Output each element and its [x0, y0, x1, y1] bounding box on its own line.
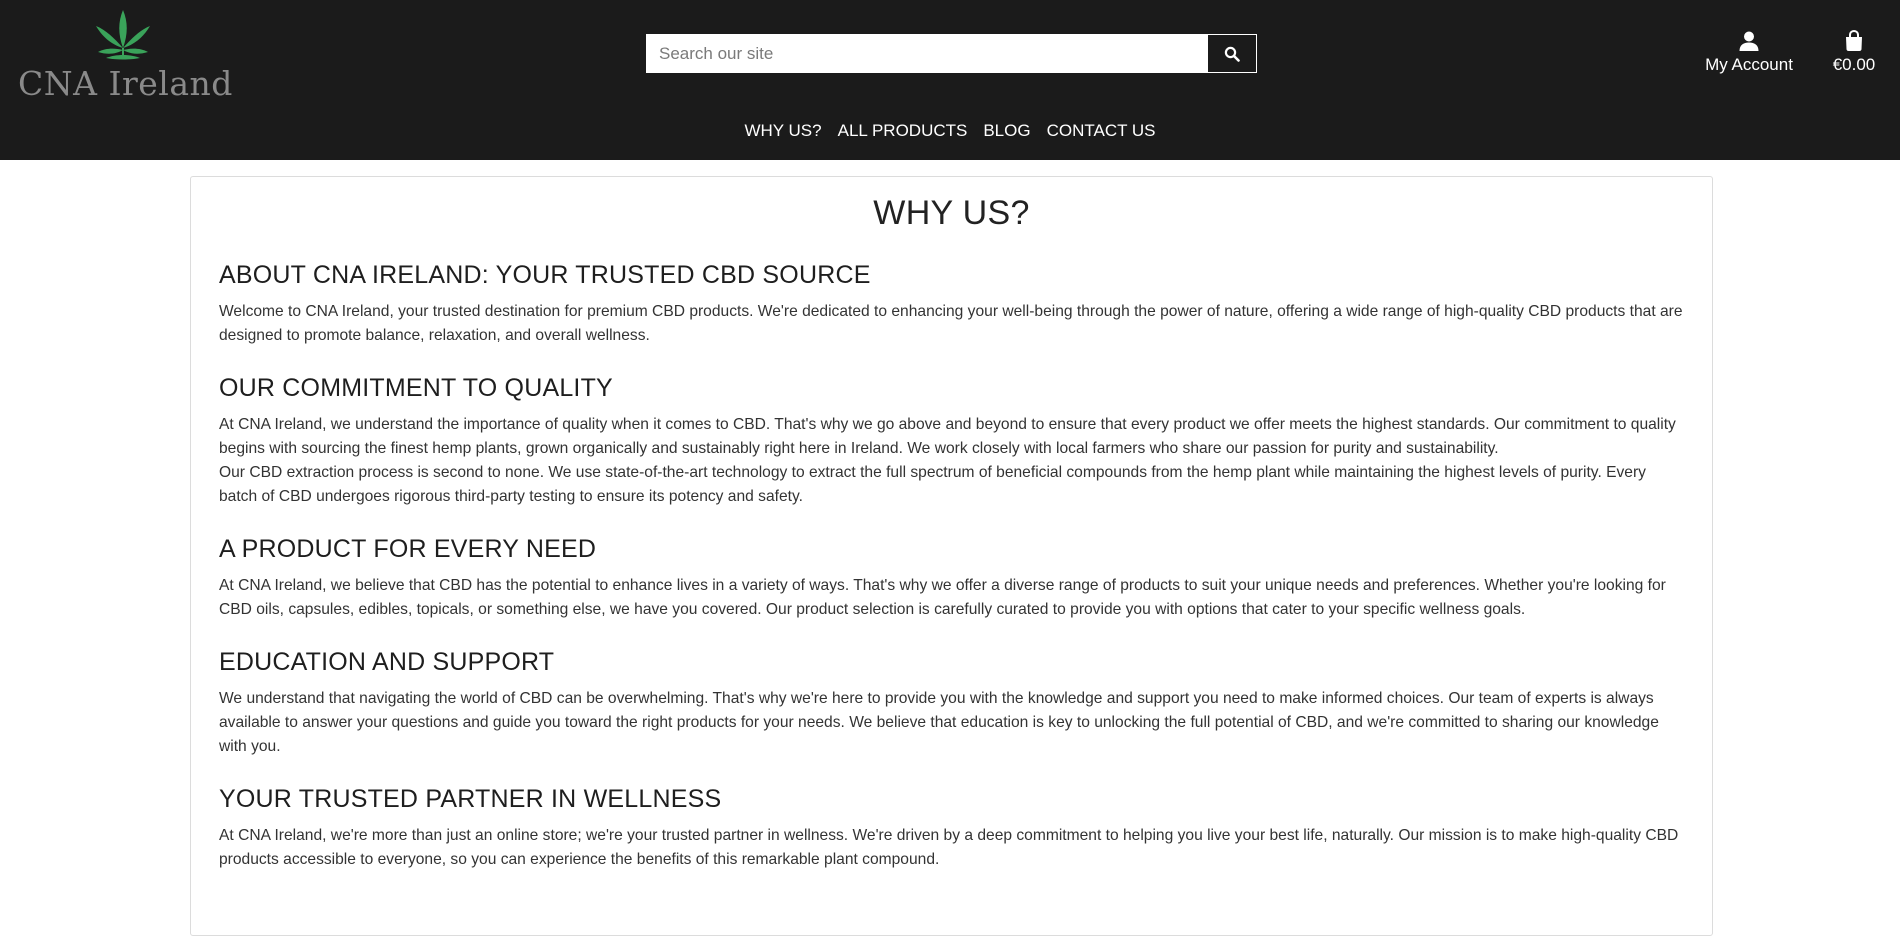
site-logo[interactable]: CNA Ireland	[18, 8, 232, 103]
shopping-bag-icon	[1846, 30, 1862, 51]
my-account-label: My Account	[1705, 55, 1793, 74]
search-icon	[1224, 46, 1240, 62]
section-paragraph: We understand that navigating the world …	[219, 690, 1659, 755]
cart-total: €0.00	[1832, 55, 1876, 74]
section-products: A PRODUCT FOR EVERY NEED At CNA Ireland,…	[219, 535, 1684, 622]
my-account-link[interactable]: My Account	[1698, 30, 1800, 75]
section-heading: ABOUT CNA IRELAND: YOUR TRUSTED CBD SOUR…	[219, 261, 871, 289]
section-education: EDUCATION AND SUPPORT We understand that…	[219, 648, 1684, 759]
user-icon	[1739, 31, 1759, 51]
section-paragraph: Welcome to CNA Ireland, your trusted des…	[219, 303, 1683, 344]
section-paragraph: At CNA Ireland, we're more than just an …	[219, 827, 1679, 868]
logo-wordmark: CNA Ireland	[18, 64, 233, 103]
search-bar	[646, 34, 1257, 73]
nav-item-contact-us[interactable]: CONTACT US	[1047, 121, 1156, 141]
section-heading: EDUCATION AND SUPPORT	[219, 648, 555, 676]
section-heading: YOUR TRUSTED PARTNER IN WELLNESS	[219, 785, 722, 813]
nav-item-why-us[interactable]: WHY US?	[744, 121, 821, 141]
section-heading: A PRODUCT FOR EVERY NEED	[219, 535, 597, 563]
why-us-content: WHY US? ABOUT CNA IRELAND: YOUR TRUSTED …	[190, 176, 1713, 936]
main-nav: WHY US? ALL PRODUCTS BLOG CONTACT US	[0, 121, 1900, 141]
section-partner: YOUR TRUSTED PARTNER IN WELLNESS At CNA …	[219, 785, 1684, 872]
nav-item-blog[interactable]: BLOG	[983, 121, 1030, 141]
section-quality: OUR COMMITMENT TO QUALITY At CNA Ireland…	[219, 374, 1684, 509]
search-input[interactable]	[647, 35, 1207, 72]
cart-link[interactable]: €0.00	[1826, 30, 1882, 75]
site-header: CNA Ireland My Account €0.00 WHY US? ALL…	[0, 0, 1900, 160]
section-about: ABOUT CNA IRELAND: YOUR TRUSTED CBD SOUR…	[219, 261, 1684, 348]
search-button[interactable]	[1207, 35, 1256, 72]
section-paragraph: At CNA Ireland, we understand the import…	[219, 416, 1676, 457]
section-paragraph: At CNA Ireland, we believe that CBD has …	[219, 577, 1666, 618]
page-title: WHY US?	[873, 194, 1030, 232]
nav-item-all-products[interactable]: ALL PRODUCTS	[838, 121, 968, 141]
cannabis-leaf-icon	[96, 10, 150, 60]
section-heading: OUR COMMITMENT TO QUALITY	[219, 374, 613, 402]
section-paragraph: Our CBD extraction process is second to …	[219, 464, 1646, 505]
